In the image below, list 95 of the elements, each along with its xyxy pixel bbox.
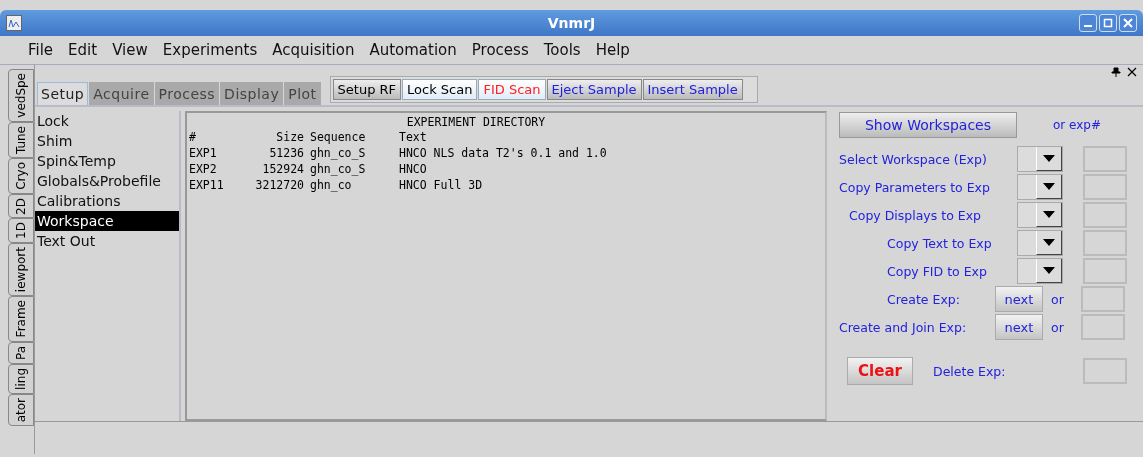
side-tab[interactable]: Frame: [8, 296, 34, 342]
close-icon[interactable]: [1127, 67, 1137, 77]
minimize-icon: [1084, 25, 1092, 27]
action-label: Copy Displays to Exp: [848, 207, 982, 223]
table-cell-text: ghn_co_S: [309, 145, 367, 161]
input-field[interactable]: [1083, 358, 1127, 384]
toolbar-button[interactable]: FID Scan: [478, 79, 546, 100]
toolbar-button[interactable]: Insert Sample: [642, 79, 743, 100]
list-item[interactable]: Globals&Probefile: [35, 171, 179, 191]
menu-item[interactable]: View: [112, 41, 148, 59]
table-cell-text: 152924: [261, 161, 304, 177]
tab[interactable]: Setup: [37, 82, 89, 105]
dropdown[interactable]: [1017, 258, 1063, 284]
side-tab[interactable]: Cryo: [8, 157, 34, 194]
minimize-button[interactable]: [1079, 14, 1097, 32]
or-label: or: [1051, 291, 1065, 307]
menu-item[interactable]: Help: [595, 41, 630, 59]
toolbar-button[interactable]: Setup RF: [332, 79, 402, 100]
menu-item[interactable]: Experiments: [162, 41, 258, 59]
menu-item[interactable]: Process: [471, 41, 529, 59]
show-workspaces-button[interactable]: Show Workspaces: [839, 112, 1017, 138]
toolbar-button[interactable]: Eject Sample: [546, 79, 642, 100]
side-tab[interactable]: 2D: [8, 193, 34, 219]
list-item[interactable]: Workspace: [35, 211, 179, 231]
dropdown-arrow-icon: [1043, 155, 1055, 162]
table-cell-text: HNCO NLS data T2's 0.1 and 1.0: [398, 145, 607, 161]
action-label: Copy Parameters to Exp: [839, 179, 991, 195]
action-label: Select Workspace (Exp): [839, 151, 988, 167]
table-cell-text: HNCO: [398, 161, 427, 177]
side-tab[interactable]: ling: [8, 363, 34, 394]
tab[interactable]: Display: [220, 82, 284, 105]
dropdown-arrow-icon: [1043, 183, 1055, 190]
close-button[interactable]: [1119, 14, 1137, 32]
action-label: Delete Exp:: [933, 363, 1007, 379]
side-tab[interactable]: 1D: [8, 218, 34, 244]
tab[interactable]: Plot: [284, 82, 321, 105]
input-field[interactable]: [1083, 230, 1127, 256]
tab[interactable]: Acquire: [89, 82, 154, 105]
dropdown[interactable]: [1017, 146, 1063, 172]
side-tab[interactable]: vedSpe: [8, 69, 34, 122]
input-field[interactable]: [1083, 258, 1127, 284]
or-exp-label: or exp#: [1053, 118, 1102, 132]
dropdown-arrow-icon: [1043, 239, 1055, 246]
dropdown[interactable]: [1017, 174, 1063, 200]
input-field[interactable]: [1081, 314, 1125, 340]
table-cell-text: ghn_co: [309, 177, 353, 193]
list-item[interactable]: Shim: [35, 131, 179, 151]
maximize-button[interactable]: [1099, 14, 1117, 32]
app-icon: [6, 15, 22, 31]
column-header: #: [188, 129, 197, 145]
dropdown-arrow-icon: [1043, 267, 1055, 274]
close-icon: [1123, 18, 1133, 28]
table-cell-text: EXP11: [188, 177, 225, 193]
action-label: Create and Join Exp:: [839, 319, 968, 335]
input-field[interactable]: [1081, 286, 1125, 312]
action-label: Create Exp:: [886, 291, 961, 307]
tab[interactable]: Process: [154, 82, 220, 105]
table-cell-text: ghn_co_S: [309, 161, 367, 177]
action-label: Copy Text to Exp: [886, 235, 993, 251]
menu-item[interactable]: File: [28, 41, 54, 59]
menu-item[interactable]: Edit: [68, 41, 98, 59]
list-item[interactable]: Lock: [35, 111, 179, 131]
column-header: Text: [398, 129, 427, 145]
input-field[interactable]: [1083, 146, 1127, 172]
table-cell-text: EXP2: [188, 161, 218, 177]
maximize-icon: [1103, 18, 1113, 28]
table-cell-text: EXP1: [188, 145, 218, 161]
list-item[interactable]: Text Out: [35, 231, 179, 251]
input-field[interactable]: [1083, 202, 1127, 228]
next-button[interactable]: next: [995, 314, 1043, 340]
menu-item[interactable]: Acquisition: [272, 41, 355, 59]
action-label: Copy FID to Exp: [886, 263, 988, 279]
side-tab[interactable]: Pa: [8, 341, 34, 364]
menu-item[interactable]: Automation: [369, 41, 457, 59]
toolbar-button[interactable]: Lock Scan: [402, 79, 478, 100]
side-tab[interactable]: ator: [8, 393, 34, 427]
next-button[interactable]: next: [995, 286, 1043, 312]
dropdown[interactable]: [1017, 230, 1063, 256]
table-cell-text: 3212720: [254, 177, 304, 193]
table-cell-text: 51236: [268, 145, 304, 161]
table-cell-text: HNCO Full 3D: [398, 177, 483, 193]
side-tab[interactable]: iewport: [8, 243, 34, 297]
list-item[interactable]: Calibrations: [35, 191, 179, 211]
menu-item[interactable]: Tools: [543, 41, 581, 59]
input-field[interactable]: [1083, 174, 1127, 200]
or-label: or: [1051, 319, 1065, 335]
list-item[interactable]: Spin&Temp: [35, 151, 179, 171]
window-title: VnmrJ: [547, 15, 596, 31]
dropdown[interactable]: [1017, 202, 1063, 228]
pin-icon[interactable]: [1111, 67, 1121, 77]
column-header: Size: [275, 129, 304, 145]
column-header: Sequence: [309, 129, 367, 145]
dropdown-arrow-icon: [1043, 211, 1055, 218]
side-tab[interactable]: Tune: [8, 121, 34, 158]
directory-title: EXPERIMENT DIRECTORY: [405, 115, 547, 129]
